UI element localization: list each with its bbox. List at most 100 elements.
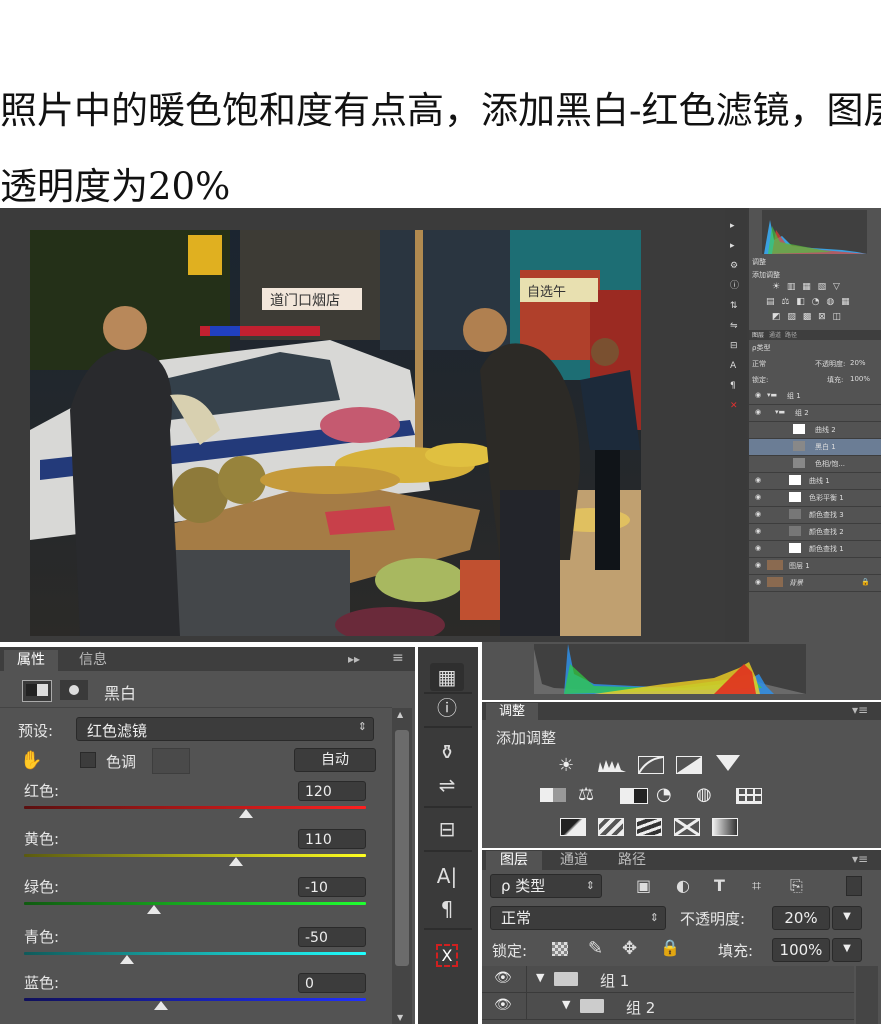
slider-thumb[interactable] (119, 955, 134, 964)
layer-row[interactable]: 👁 ▼ 组 1 (482, 966, 854, 993)
divider (424, 806, 472, 808)
mini-layer-list: ◉ ▾▬ 组 1 ◉ ▾▬ 组 2 曲线 2 黑白 1 色相/饱... ◉ 曲线 1 ◉ 色… (749, 388, 881, 592)
lock-label: 锁定: (492, 942, 528, 960)
levels-icon[interactable] (598, 757, 626, 772)
hue-saturation-icon[interactable] (540, 788, 566, 802)
slider-value-field[interactable]: 0 (298, 973, 366, 993)
black-white-icon[interactable] (620, 788, 648, 804)
tab-paths[interactable]: 路径 (606, 851, 658, 870)
tool-presets-icon[interactable]: ⇌ (430, 771, 464, 799)
tint-checkbox[interactable] (80, 752, 96, 768)
slider-track[interactable] (24, 998, 366, 1001)
histogram-panel-icon[interactable]: ▦ (430, 663, 464, 691)
lock-all-icon[interactable]: 🔒 (660, 938, 680, 957)
error-x-icon[interactable]: X (430, 940, 464, 968)
slider-thumb[interactable] (146, 905, 161, 914)
photo-filter-icon[interactable]: ◔ (656, 784, 672, 805)
lock-transparency-icon[interactable] (552, 942, 568, 956)
info-panel-icon[interactable]: ⓘ (430, 694, 464, 722)
opacity-dropdown-icon[interactable]: ▼ (832, 906, 862, 930)
tint-label: 色调 (106, 753, 137, 771)
character-panel-icon[interactable]: A| (430, 862, 464, 890)
slider-track[interactable] (24, 952, 366, 955)
filter-shape-icon[interactable]: ⌗ (752, 876, 761, 896)
slider-value-field[interactable]: 120 (298, 781, 366, 801)
slider-track[interactable] (24, 854, 366, 857)
lock-pixels-icon[interactable]: ✎ (588, 938, 603, 959)
divider (0, 707, 392, 708)
channel-mixer-icon[interactable]: ◍ (696, 784, 712, 805)
brightness-contrast-icon[interactable]: ☀ (558, 755, 574, 776)
selective-color-icon[interactable] (712, 818, 738, 836)
invert-icon[interactable] (560, 818, 586, 836)
fill-dropdown-icon[interactable]: ▼ (832, 938, 862, 962)
preset-select[interactable]: 红色滤镜 ⇕ (76, 717, 374, 741)
eye-icon[interactable]: 👁 (494, 970, 512, 986)
posterize-icon[interactable] (598, 818, 624, 836)
auto-button[interactable]: 自动 (294, 748, 376, 772)
eye-icon[interactable]: 👁 (494, 997, 512, 1013)
mini-opacity-label: 不透明度: (815, 360, 846, 368)
layers-scrollbar[interactable] (856, 966, 878, 1024)
panel-menu-icon[interactable]: ≡ (392, 650, 404, 666)
curves-icon[interactable] (638, 756, 664, 774)
slider-track[interactable] (24, 902, 366, 905)
mini-fill: 100% (850, 375, 871, 383)
filter-toggle[interactable] (846, 876, 862, 896)
fill-label: 填充: (718, 942, 754, 960)
lock-position-icon[interactable]: ✥ (622, 938, 637, 959)
opacity-field[interactable]: 20% (772, 906, 830, 930)
panel-menu-icon[interactable]: ▾≡ (852, 852, 868, 866)
tab-adjustments[interactable]: 调整 (486, 703, 538, 720)
clone-source-icon[interactable]: ⊟ (430, 815, 464, 843)
fill-field[interactable]: 100% (772, 938, 830, 962)
paragraph-panel-icon[interactable]: ¶ (430, 895, 464, 923)
adjustment-icons-row2: ⚖ ◔ ◍ (540, 784, 770, 806)
tint-color-swatch[interactable] (152, 748, 190, 774)
properties-scrollbar[interactable]: ▲ ▼ (392, 708, 412, 1024)
exposure-icon[interactable] (676, 756, 702, 774)
slider-thumb[interactable] (239, 809, 254, 818)
targeted-adjust-hand-icon[interactable]: ✋ (20, 750, 42, 771)
mini-histogram (762, 210, 867, 254)
slider-track[interactable] (24, 806, 366, 809)
mini-adjust-icons-2: ▤ ⚖ ◧ ◔ ◍ ▦ (766, 297, 852, 307)
chevron-down-icon[interactable]: ▼ (536, 971, 544, 984)
slider-value-field[interactable]: -50 (298, 927, 366, 947)
layer-row[interactable]: 👁 ▼ 组 2 (482, 993, 854, 1020)
filter-adjustment-icon[interactable]: ◐ (676, 876, 690, 895)
blend-mode-select[interactable]: 正常 ⇕ (490, 906, 666, 930)
select-arrows-icon: ⇕ (649, 911, 659, 924)
panel-collapse-icon[interactable]: ▸▸ (348, 652, 360, 666)
filter-pixel-icon[interactable]: ▣ (636, 876, 651, 895)
color-balance-icon[interactable]: ⚖ (578, 784, 594, 805)
slider-thumb[interactable] (153, 1001, 168, 1010)
panel-menu-icon[interactable]: ▾≡ (852, 703, 868, 717)
slider-value-field[interactable]: -10 (298, 877, 366, 897)
mini-adjust-icons: ☀ ▥ ▦ ▧ ▽ (772, 282, 842, 292)
gradient-map-icon[interactable] (674, 817, 700, 837)
brushes-panel-icon[interactable]: ⚱ (430, 738, 464, 766)
color-lookup-icon[interactable] (736, 788, 762, 804)
layer-filter-select[interactable]: ρ 类型 ⇕ (490, 874, 602, 898)
chevron-down-icon[interactable]: ▼ (562, 998, 570, 1011)
threshold-icon[interactable] (636, 818, 662, 836)
vibrance-icon[interactable] (716, 755, 740, 771)
mini-lock: 锁定: (752, 376, 769, 384)
tab-channels[interactable]: 通道 (548, 851, 600, 870)
filter-smart-object-icon[interactable]: ⎘ (790, 876, 803, 896)
adjustment-icons-row1: ☀ (558, 755, 748, 776)
slider-value-field[interactable]: 110 (298, 829, 366, 849)
divider (424, 726, 472, 728)
divider (424, 850, 472, 852)
mini-layer-tabs: 图层 通道 路径 (749, 330, 881, 340)
tab-properties[interactable]: 属性 (4, 650, 58, 671)
preset-label: 预设: (18, 722, 54, 740)
filter-type-icon[interactable]: T (714, 876, 725, 895)
slider-thumb[interactable] (229, 857, 244, 866)
tab-info[interactable]: 信息 (66, 650, 120, 671)
mask-icon[interactable] (60, 680, 88, 700)
tab-layers[interactable]: 图层 (486, 851, 542, 870)
histogram-graph (534, 644, 806, 694)
mini-tool-icons: ▸ ▸ ⚙ ⓘ ⇅ ⇋ ⊟ A ¶ ✕ (730, 221, 740, 411)
